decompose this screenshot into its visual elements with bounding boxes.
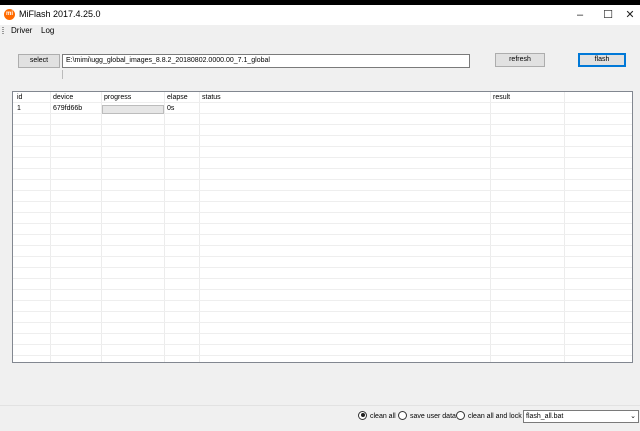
menu-grip-icon [2,27,4,35]
menu-bar: Driver Log [0,25,640,37]
empty-table-row [13,159,632,169]
empty-table-row [13,203,632,213]
empty-table-row [13,181,632,191]
radio-clean-all[interactable]: clean all [358,410,396,422]
empty-table-row [13,236,632,246]
miflash-window: mi MiFlash 2017.4.25.0 – ☐ ✕ Driver Log … [0,5,640,431]
empty-table-row [13,115,632,125]
flash-progress-bar [102,105,164,114]
empty-table-row [13,214,632,224]
empty-table-row [13,313,632,323]
radio-clean-all-and-lock[interactable]: clean all and lock [456,410,522,422]
column-header-progress[interactable]: progress [104,93,131,103]
column-header-result[interactable]: result [493,93,510,103]
empty-table-row [13,335,632,345]
column-header-elapse[interactable]: elapse [167,93,188,103]
divider [62,70,63,79]
minimize-button[interactable]: – [565,5,595,25]
menu-log[interactable]: Log [41,26,54,36]
empty-table-row [13,192,632,202]
menu-driver[interactable]: Driver [11,26,32,36]
firmware-path-input[interactable]: E:\mimi\ugg_global_images_8.8.2_20180802… [62,54,470,68]
device-table[interactable]: id device progress elapse status result … [12,91,633,363]
maximize-button[interactable]: ☐ [593,5,623,25]
elapse-cell: 0s [167,105,175,112]
empty-table-row [13,148,632,158]
table-header: id device progress elapse status result [13,93,632,103]
device-serial-cell: 679fd66b [53,105,83,112]
empty-table-row [13,170,632,180]
chevron-down-icon: ⌄ [630,413,636,420]
close-button[interactable]: ✕ [620,5,640,25]
empty-table-row [13,302,632,312]
title-bar[interactable]: mi MiFlash 2017.4.25.0 – ☐ ✕ [0,5,640,25]
refresh-button[interactable]: refresh [495,53,545,67]
empty-table-row [13,324,632,334]
column-header-id[interactable]: id [17,93,22,103]
radio-indicator [358,410,367,420]
empty-table-row [13,137,632,147]
radio-indicator [456,410,465,420]
empty-table-row [13,346,632,356]
options-bar: clean all save user data clean all and l… [0,405,640,431]
radio-save-user-data[interactable]: save user data [398,410,456,422]
empty-table-row [13,280,632,290]
mi-logo-icon: mi [4,9,15,20]
empty-table-row [13,291,632,301]
select-button[interactable]: select [18,54,60,68]
empty-table-row [13,126,632,136]
empty-table-row [13,258,632,268]
empty-table-row [13,225,632,235]
empty-table-row [13,247,632,257]
empty-table-row [13,269,632,279]
empty-table-row [13,357,632,362]
flash-button[interactable]: flash [578,53,626,67]
device-id-cell: 1 [17,105,21,112]
flash-script-select[interactable]: flash_all.bat ⌄ [523,410,639,423]
window-title: MiFlash 2017.4.25.0 [19,9,101,19]
column-header-status[interactable]: status [202,93,221,103]
radio-indicator [398,410,407,420]
column-header-device[interactable]: device [53,93,73,103]
